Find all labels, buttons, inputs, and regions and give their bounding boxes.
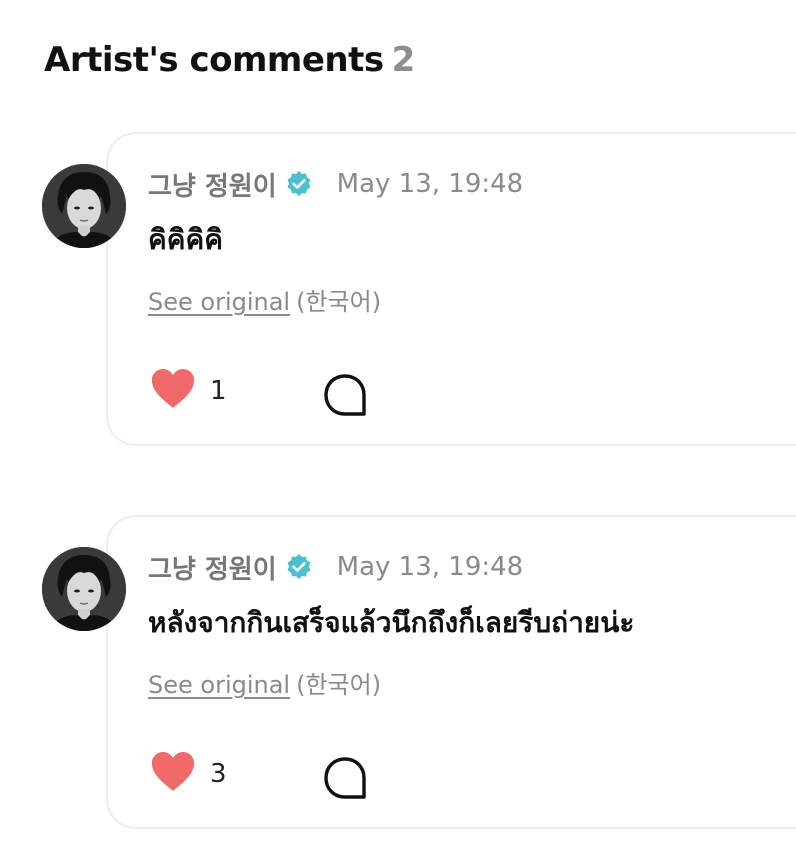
author-name[interactable]: 그냥 정원이 — [148, 549, 277, 586]
author-name[interactable]: 그냥 정원이 — [148, 166, 277, 203]
avatar[interactable] — [42, 164, 126, 248]
artist-comment: 그냥 정원이 May 13, 19:48 หลังจากกินเสร็จแล้ว… — [0, 515, 796, 833]
reply-button[interactable] — [322, 755, 368, 801]
like-button[interactable]: 1 — [150, 368, 227, 414]
comment-count: 2 — [391, 40, 416, 80]
avatar[interactable] — [42, 547, 126, 631]
comment-text: คิคิคิคิ — [148, 223, 223, 256]
see-original-link[interactable]: See original — [148, 288, 290, 316]
comment-meta: 그냥 정원이 May 13, 19:48 — [148, 547, 523, 587]
section-title-label: Artist's comments — [44, 40, 384, 80]
comment-text: หลังจากกินเสร็จแล้วนึกถึงก็เลยรีบถ่ายน่ะ — [148, 606, 635, 639]
translation-note: See original (한국어) — [148, 665, 381, 700]
original-language: (한국어) — [296, 671, 382, 699]
heart-icon — [150, 368, 196, 414]
verified-check-icon — [285, 170, 313, 198]
artist-comment: 그냥 정원이 May 13, 19:48 คิคิคิคิ See origin… — [0, 132, 796, 450]
reply-button[interactable] — [322, 372, 368, 418]
translation-note: See original (한국어) — [148, 282, 381, 317]
verified-check-icon — [285, 553, 313, 581]
comment-timestamp: May 13, 19:48 — [336, 552, 524, 582]
like-count: 3 — [210, 759, 227, 789]
original-language: (한국어) — [296, 288, 382, 316]
speech-bubble-icon — [322, 374, 368, 422]
section-title: Artist's comments 2 — [44, 40, 415, 80]
heart-icon — [150, 751, 196, 797]
see-original-link[interactable]: See original — [148, 671, 290, 699]
comment-timestamp: May 13, 19:48 — [336, 169, 524, 199]
speech-bubble-icon — [322, 757, 368, 805]
like-button[interactable]: 3 — [150, 751, 227, 797]
like-count: 1 — [210, 376, 227, 406]
comment-meta: 그냥 정원이 May 13, 19:48 — [148, 164, 523, 204]
